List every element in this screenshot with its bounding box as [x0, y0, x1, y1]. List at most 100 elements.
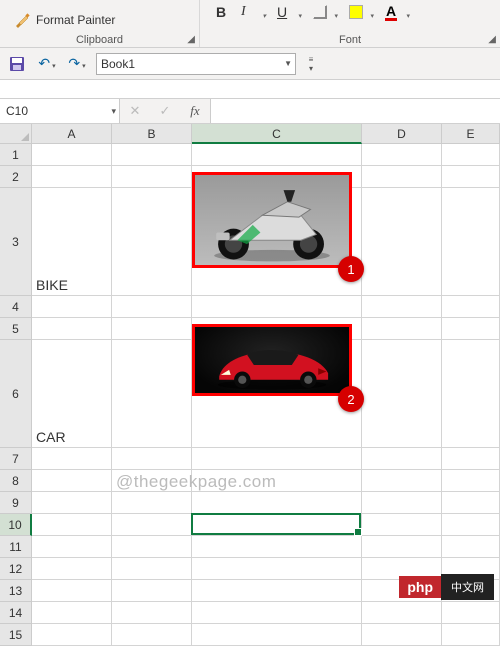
- clipboard-dialog-launcher-icon[interactable]: ◢: [187, 34, 195, 45]
- cell-A11[interactable]: [32, 536, 112, 558]
- workbook-name-combo[interactable]: Book1 ▼: [96, 53, 296, 75]
- embedded-image-bike[interactable]: [192, 172, 352, 268]
- format-painter-button[interactable]: Format Painter: [6, 10, 193, 30]
- cell-A9[interactable]: [32, 492, 112, 514]
- cell-A14[interactable]: [32, 602, 112, 624]
- cell-E10[interactable]: [442, 514, 500, 536]
- row-header-6[interactable]: 6: [0, 340, 32, 448]
- cell-E2[interactable]: [442, 166, 500, 188]
- cell-B4[interactable]: [112, 296, 192, 318]
- cell-C1[interactable]: [192, 144, 362, 166]
- row-header-9[interactable]: 9: [0, 492, 32, 514]
- row-header-14[interactable]: 14: [0, 602, 32, 624]
- cell-A6[interactable]: CAR: [32, 340, 112, 448]
- row-header-5[interactable]: 5: [0, 318, 32, 340]
- cell-D8[interactable]: [362, 470, 442, 492]
- cell-C13[interactable]: [192, 580, 362, 602]
- cell-A4[interactable]: [32, 296, 112, 318]
- cell-D10[interactable]: [362, 514, 442, 536]
- row-header-2[interactable]: 2: [0, 166, 32, 188]
- redo-button[interactable]: ↷: [66, 53, 88, 75]
- cell-B7[interactable]: [112, 448, 192, 470]
- cell-E9[interactable]: [442, 492, 500, 514]
- column-header-A[interactable]: A: [32, 124, 112, 144]
- column-header-D[interactable]: D: [362, 124, 442, 144]
- row-header-7[interactable]: 7: [0, 448, 32, 470]
- enter-formula-button[interactable]: ✓: [150, 103, 180, 119]
- cell-E3[interactable]: [442, 188, 500, 296]
- cell-B3[interactable]: [112, 188, 192, 296]
- cell-D4[interactable]: [362, 296, 442, 318]
- cell-D1[interactable]: [362, 144, 442, 166]
- cell-C10[interactable]: [192, 514, 362, 536]
- customize-qat-button[interactable]: ≡▾: [304, 55, 318, 73]
- undo-button[interactable]: ↶: [36, 53, 58, 75]
- cell-E15[interactable]: [442, 624, 500, 646]
- cell-C15[interactable]: [192, 624, 362, 646]
- cell-E1[interactable]: [442, 144, 500, 166]
- cell-A2[interactable]: [32, 166, 112, 188]
- row-header-1[interactable]: 1: [0, 144, 32, 166]
- cell-A12[interactable]: [32, 558, 112, 580]
- column-header-E[interactable]: E: [442, 124, 500, 144]
- font-color-button[interactable]: A: [380, 1, 414, 23]
- cell-C8[interactable]: [192, 470, 362, 492]
- column-header-C[interactable]: C: [192, 124, 362, 144]
- cell-A5[interactable]: [32, 318, 112, 340]
- cell-E7[interactable]: [442, 448, 500, 470]
- cell-A3[interactable]: BIKE: [32, 188, 112, 296]
- cell-C11[interactable]: [192, 536, 362, 558]
- cell-E6[interactable]: [442, 340, 500, 448]
- cell-D11[interactable]: [362, 536, 442, 558]
- cell-B14[interactable]: [112, 602, 192, 624]
- borders-button[interactable]: [308, 1, 342, 23]
- cell-D5[interactable]: [362, 318, 442, 340]
- cell-B9[interactable]: [112, 492, 192, 514]
- cell-A7[interactable]: [32, 448, 112, 470]
- cell-D15[interactable]: [362, 624, 442, 646]
- cell-A13[interactable]: [32, 580, 112, 602]
- cell-E4[interactable]: [442, 296, 500, 318]
- cell-D7[interactable]: [362, 448, 442, 470]
- row-header-8[interactable]: 8: [0, 470, 32, 492]
- cell-B10[interactable]: [112, 514, 192, 536]
- cell-C14[interactable]: [192, 602, 362, 624]
- font-dialog-launcher-icon[interactable]: ◢: [488, 34, 496, 45]
- row-header-12[interactable]: 12: [0, 558, 32, 580]
- cancel-formula-button[interactable]: ✕: [120, 103, 150, 119]
- row-header-13[interactable]: 13: [0, 580, 32, 602]
- cell-B15[interactable]: [112, 624, 192, 646]
- cell-B1[interactable]: [112, 144, 192, 166]
- cell-D14[interactable]: [362, 602, 442, 624]
- fill-color-button[interactable]: [344, 1, 378, 23]
- cell-D6[interactable]: [362, 340, 442, 448]
- name-box[interactable]: C10 ▾: [0, 99, 120, 123]
- cell-B6[interactable]: [112, 340, 192, 448]
- column-header-B[interactable]: B: [112, 124, 192, 144]
- italic-button[interactable]: I: [236, 1, 270, 23]
- cell-E11[interactable]: [442, 536, 500, 558]
- cell-D9[interactable]: [362, 492, 442, 514]
- underline-button[interactable]: U: [272, 1, 306, 23]
- cell-E5[interactable]: [442, 318, 500, 340]
- cell-C7[interactable]: [192, 448, 362, 470]
- cell-A8[interactable]: [32, 470, 112, 492]
- row-header-11[interactable]: 11: [0, 536, 32, 558]
- cell-B2[interactable]: [112, 166, 192, 188]
- cell-C4[interactable]: [192, 296, 362, 318]
- row-header-10[interactable]: 10: [0, 514, 32, 536]
- row-header-15[interactable]: 15: [0, 624, 32, 646]
- cell-C9[interactable]: [192, 492, 362, 514]
- cell-B8[interactable]: [112, 470, 192, 492]
- formula-input[interactable]: [211, 99, 500, 123]
- row-header-4[interactable]: 4: [0, 296, 32, 318]
- cell-A10[interactable]: [32, 514, 112, 536]
- save-button[interactable]: [6, 53, 28, 75]
- cell-C12[interactable]: [192, 558, 362, 580]
- cell-B13[interactable]: [112, 580, 192, 602]
- bold-button[interactable]: B: [208, 1, 234, 23]
- cell-B12[interactable]: [112, 558, 192, 580]
- embedded-image-car[interactable]: [192, 324, 352, 396]
- cell-A1[interactable]: [32, 144, 112, 166]
- cell-B11[interactable]: [112, 536, 192, 558]
